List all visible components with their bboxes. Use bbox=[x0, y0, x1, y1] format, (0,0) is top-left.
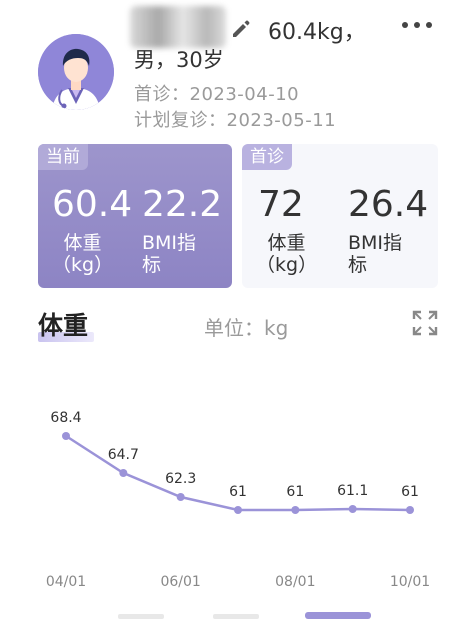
first-weight-value: 72 bbox=[258, 184, 304, 225]
patient-header: 60.4kg， 男，30岁 首诊：2023-04-10 计划复诊：2023-05… bbox=[0, 0, 475, 135]
pencil-icon[interactable] bbox=[230, 18, 252, 40]
current-bmi-value: 22.2 bbox=[142, 184, 223, 225]
current-weight-text: 60.4kg， bbox=[268, 20, 366, 45]
first-visit-badge: 首诊 bbox=[242, 144, 292, 170]
x-tick-label: 08/01 bbox=[275, 574, 315, 590]
weight-section-title: 体重 bbox=[38, 311, 89, 340]
first-weight-label: 体重 （kg） bbox=[256, 232, 318, 276]
unit-label: 单位：kg bbox=[204, 316, 289, 340]
data-point[interactable] bbox=[348, 505, 357, 513]
avatar-icon bbox=[38, 34, 114, 110]
data-point[interactable] bbox=[176, 493, 185, 501]
more-dots-icon[interactable] bbox=[400, 14, 434, 36]
first-visit-date: 首诊：2023-04-10 bbox=[134, 84, 300, 105]
gender-age-text: 男，30岁 bbox=[134, 48, 224, 72]
data-point[interactable] bbox=[119, 469, 128, 477]
first-bmi-label: BMI指 标 bbox=[348, 232, 403, 276]
data-label: 61 bbox=[286, 484, 304, 500]
data-point[interactable] bbox=[62, 432, 70, 440]
current-bmi-label: BMI指 标 bbox=[142, 232, 197, 276]
data-label: 61 bbox=[401, 484, 419, 500]
x-tick-label: 10/01 bbox=[390, 574, 430, 590]
current-badge: 当前 bbox=[38, 144, 88, 170]
data-point[interactable] bbox=[406, 506, 414, 514]
data-label: 64.7 bbox=[108, 447, 139, 463]
chart-labels-layer: 68.4 64.7 62.3 61 61 61.1 61 bbox=[50, 410, 419, 500]
data-label: 61.1 bbox=[337, 483, 368, 499]
first-bmi-value: 26.4 bbox=[348, 184, 429, 225]
x-tick-label: 06/01 bbox=[160, 574, 200, 590]
data-point[interactable] bbox=[234, 506, 242, 514]
data-label: 61 bbox=[229, 484, 247, 500]
chart-xaxis-layer: 04/01 06/01 08/01 10/01 bbox=[46, 574, 430, 590]
chart-points-layer bbox=[62, 432, 414, 514]
patient-name-blurred bbox=[130, 6, 226, 48]
first-visit-stats-card: 首诊 72 体重 （kg） 26.4 BMI指 标 bbox=[242, 144, 438, 288]
data-label: 68.4 bbox=[50, 410, 81, 426]
current-weight-label: 体重 （kg） bbox=[52, 232, 114, 276]
weight-line-chart: 68.4 64.7 62.3 61 61 61.1 61 04/01 06/01 08/01 10… bbox=[46, 410, 430, 590]
data-point[interactable] bbox=[291, 506, 300, 514]
data-label: 62.3 bbox=[165, 471, 196, 487]
doctor-avatar bbox=[38, 34, 114, 110]
x-tick-label: 04/01 bbox=[46, 574, 86, 590]
current-stats-card: 当前 60.4 体重 （kg） 22.2 BMI指 标 bbox=[38, 144, 232, 288]
bottom-tab-indicator bbox=[118, 612, 371, 619]
current-weight-value: 60.4 bbox=[52, 184, 133, 225]
next-visit-date: 计划复诊：2023-05-11 bbox=[134, 110, 337, 131]
expand-icon[interactable] bbox=[412, 310, 438, 336]
